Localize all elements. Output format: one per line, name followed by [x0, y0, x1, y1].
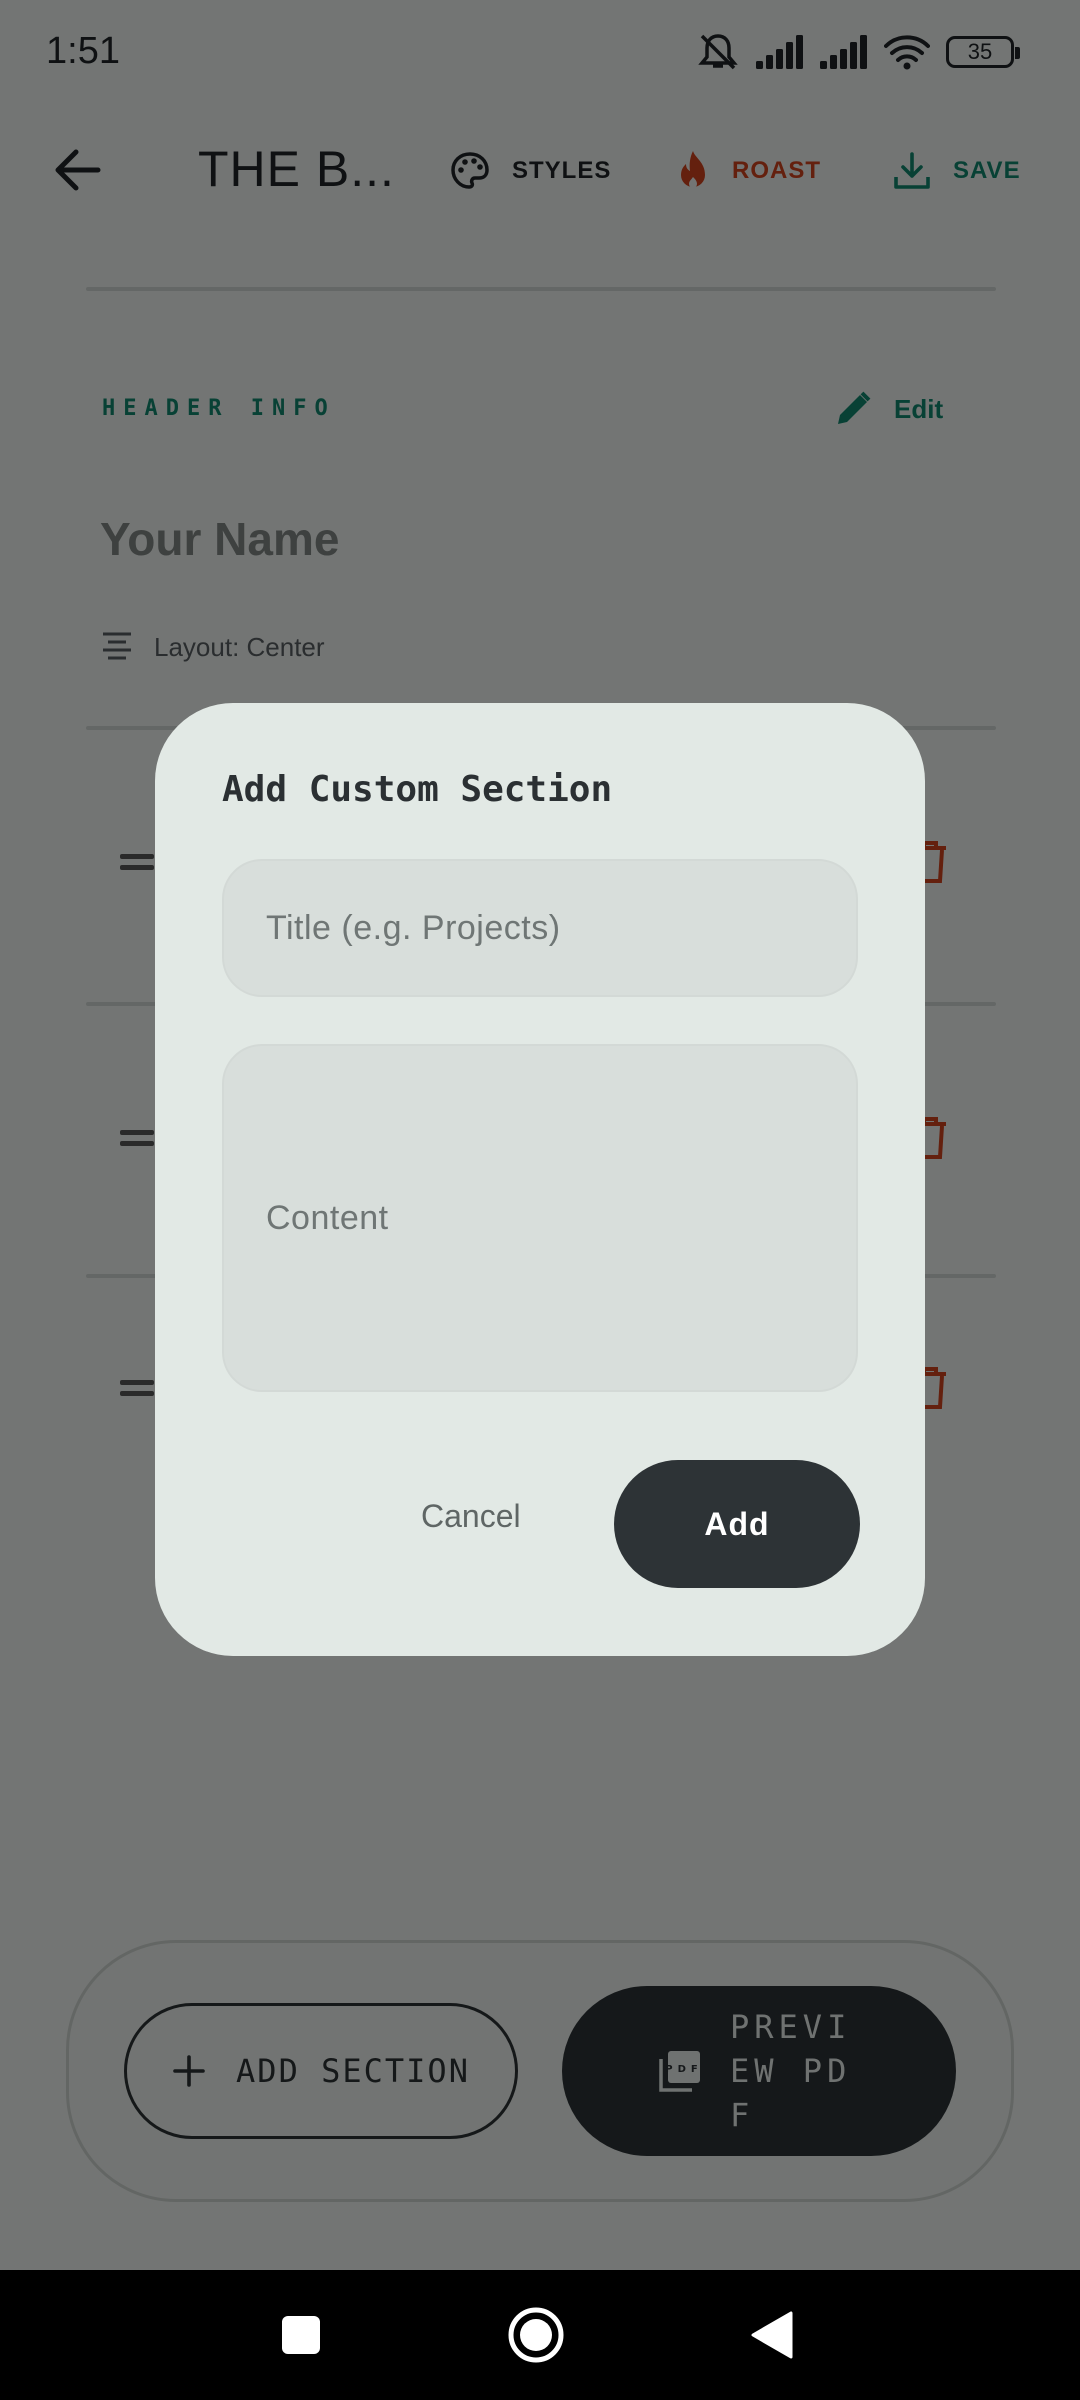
home-circle-icon	[508, 2307, 564, 2363]
title-input[interactable]: Title (e.g. Projects)	[222, 859, 858, 997]
square-icon	[282, 2316, 320, 2354]
triangle-back-icon	[751, 2311, 793, 2359]
dialog-title: Add Custom Section	[222, 769, 613, 810]
system-nav-bar	[0, 2270, 1080, 2400]
add-custom-section-dialog: Add Custom Section Title (e.g. Projects)…	[155, 703, 925, 1656]
add-button[interactable]: Add	[614, 1460, 860, 1588]
recents-button[interactable]	[268, 2302, 334, 2368]
content-input[interactable]: Content	[222, 1044, 858, 1392]
content-input-placeholder: Content	[266, 1198, 389, 1237]
title-input-placeholder: Title (e.g. Projects)	[266, 908, 561, 947]
home-button[interactable]	[503, 2302, 569, 2368]
cancel-button[interactable]: Cancel	[421, 1488, 521, 1544]
back-nav-button[interactable]	[740, 2302, 806, 2368]
